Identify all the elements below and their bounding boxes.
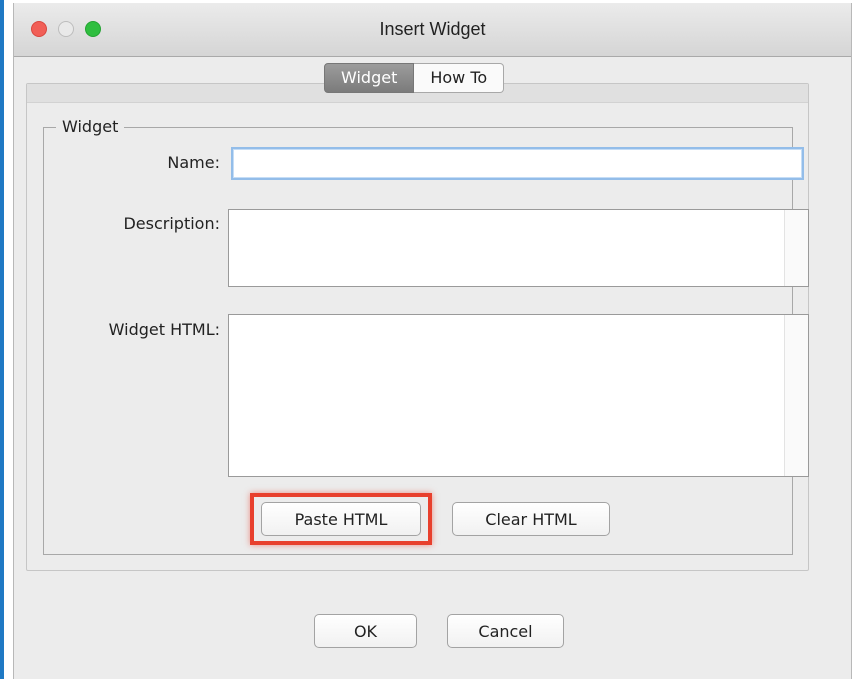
- description-label: Description:: [123, 214, 220, 233]
- group-title: Widget: [56, 117, 125, 136]
- name-label: Name:: [167, 153, 220, 172]
- title-bar[interactable]: Insert Widget: [14, 3, 851, 57]
- cancel-button[interactable]: Cancel: [447, 614, 564, 648]
- widget-html-label: Widget HTML:: [108, 320, 220, 339]
- tab-bar: Widget How To: [324, 63, 505, 93]
- tab-widget[interactable]: Widget: [324, 63, 415, 93]
- description-field[interactable]: [228, 209, 809, 287]
- clear-html-button[interactable]: Clear HTML: [452, 502, 610, 536]
- ok-button[interactable]: OK: [314, 614, 417, 648]
- tab-how-to[interactable]: How To: [414, 63, 505, 93]
- widget-html-scrollbar[interactable]: [784, 315, 808, 476]
- paste-html-button[interactable]: Paste HTML: [261, 502, 421, 536]
- description-scrollbar[interactable]: [784, 210, 808, 286]
- widget-html-field[interactable]: [228, 314, 809, 477]
- background-edge: [0, 0, 4, 679]
- name-field[interactable]: [231, 147, 804, 180]
- window-title: Insert Widget: [379, 19, 486, 39]
